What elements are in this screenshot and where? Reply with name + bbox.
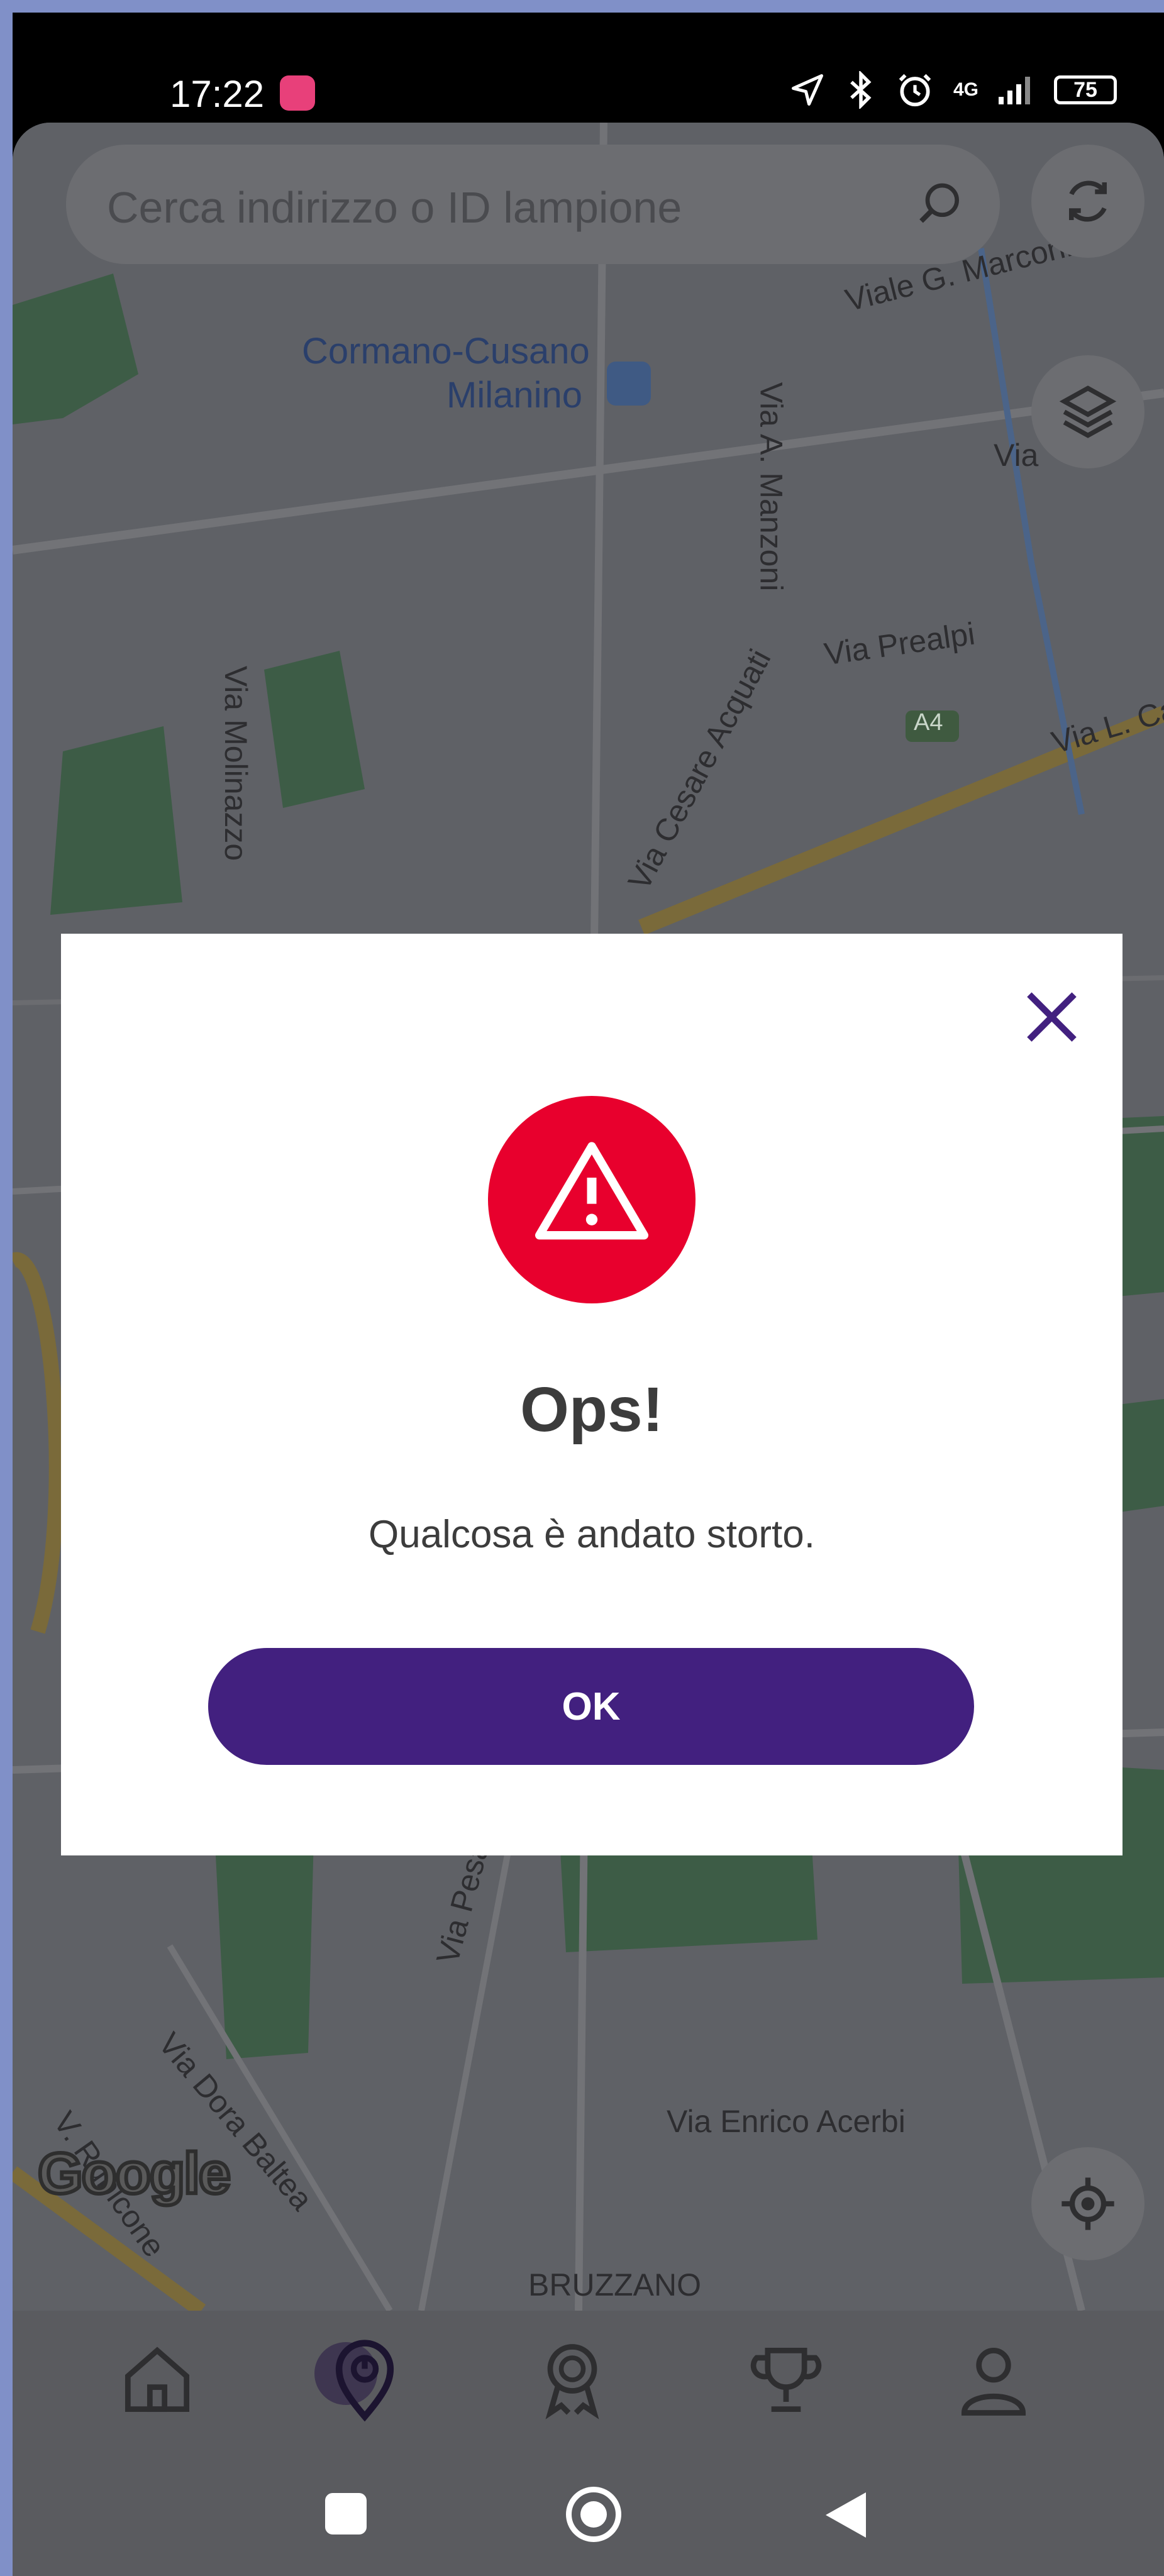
phone-frame: 17:22 4G 75 Cormano-Cusano Milanino Vial… [13,13,1164,2576]
error-dialog: Ops! Qualcosa è andato storto. OK [61,934,1122,1855]
clock: 17:22 [170,73,265,115]
ok-button[interactable]: OK [208,1648,974,1765]
signal-icon [999,77,1030,104]
network-type: 4G [953,79,978,100]
warning-icon [535,1142,648,1240]
app-notification-icon [280,75,315,111]
dialog-title: Ops! [520,1374,663,1445]
app-screen: Cormano-Cusano Milanino Viale G. Marconi… [13,123,1164,2576]
warning-badge [488,1096,696,1303]
battery-level: 75 [1073,77,1097,102]
battery-icon: 75 [1054,75,1117,104]
alarm-icon [899,74,931,107]
status-bar: 17:22 4G 75 [13,13,1164,123]
bluetooth-icon [850,71,872,109]
close-icon[interactable] [1022,987,1082,1047]
dialog-message: Qualcosa è andato storto. [368,1513,815,1556]
location-arrow-icon [791,74,823,106]
status-icons: 4G 75 [789,70,1117,109]
